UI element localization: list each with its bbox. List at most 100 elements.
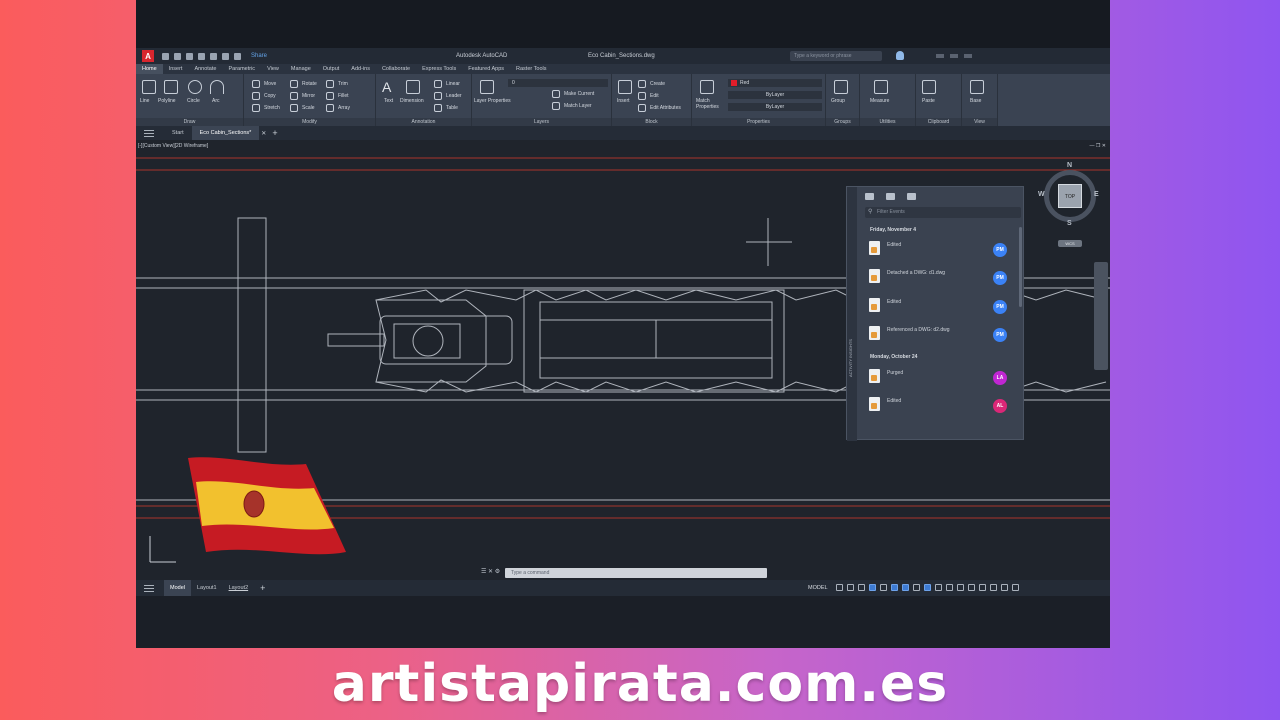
- mirror-button[interactable]: Mirror: [302, 93, 315, 99]
- paste-button[interactable]: Paste: [922, 98, 935, 104]
- array-button[interactable]: Array: [338, 105, 350, 111]
- panel-title-clipboard[interactable]: Clipboard: [916, 118, 961, 126]
- settings-icon[interactable]: [907, 193, 916, 200]
- activity-item[interactable]: Referenced a DWG: d2.dwg PM: [867, 324, 1017, 346]
- panel-title-block[interactable]: Block: [612, 118, 691, 126]
- panel-title-utilities[interactable]: Utilities: [860, 118, 915, 126]
- circle-button[interactable]: Circle: [187, 98, 200, 104]
- minimize-icon[interactable]: [936, 54, 944, 58]
- activity-item[interactable]: Detached a DWG: d1.dwg PM: [867, 267, 1017, 289]
- units-icon[interactable]: [967, 584, 975, 591]
- base-button[interactable]: Base: [970, 98, 981, 104]
- copy-button[interactable]: Copy: [264, 93, 276, 99]
- viewcube-top-face[interactable]: TOP: [1058, 184, 1082, 208]
- leader-icon[interactable]: [434, 92, 442, 100]
- rotate-icon[interactable]: [290, 80, 298, 88]
- scale-icon[interactable]: [290, 104, 298, 112]
- trim-button[interactable]: Trim: [338, 81, 348, 87]
- table-icon[interactable]: [434, 104, 442, 112]
- tab-start[interactable]: Start: [164, 126, 192, 140]
- lineweight-dropdown[interactable]: ByLayer: [728, 103, 822, 111]
- lineweight-icon[interactable]: [912, 584, 920, 591]
- polyline-icon[interactable]: [164, 80, 178, 94]
- maximize-icon[interactable]: [950, 54, 958, 58]
- arc-icon[interactable]: [210, 80, 224, 94]
- annotation-scale-icon[interactable]: [934, 584, 942, 591]
- save-icon[interactable]: [186, 52, 193, 60]
- close-tab-icon[interactable]: ✕: [261, 130, 266, 137]
- navigation-bar[interactable]: [1094, 262, 1108, 370]
- edit-block-button[interactable]: Edit: [650, 93, 659, 99]
- tab-manage[interactable]: Manage: [285, 64, 317, 74]
- tab-model[interactable]: Model: [164, 580, 191, 596]
- command-input[interactable]: Type a command: [505, 568, 767, 578]
- measure-button[interactable]: Measure: [870, 98, 889, 104]
- tab-output[interactable]: Output: [317, 64, 346, 74]
- copy-icon[interactable]: [252, 92, 260, 100]
- text-icon[interactable]: A: [382, 80, 396, 94]
- circle-icon[interactable]: [188, 80, 202, 94]
- isolate-objects-icon[interactable]: [989, 584, 997, 591]
- tab-layout2[interactable]: Layout2: [223, 580, 255, 596]
- match-properties-button[interactable]: Match Properties: [696, 98, 724, 110]
- tab-home[interactable]: Home: [136, 64, 163, 74]
- grid-icon[interactable]: [835, 584, 843, 591]
- plot-icon[interactable]: [210, 52, 217, 60]
- quick-properties-icon[interactable]: [978, 584, 986, 591]
- filter-events-input[interactable]: Filter Events: [865, 207, 1021, 218]
- object-snap-tracking-icon[interactable]: [890, 584, 898, 591]
- user-filter-icon[interactable]: [886, 193, 895, 200]
- wcs-menu[interactable]: WCS: [1058, 240, 1082, 247]
- panel-title-annotation[interactable]: Annotation: [376, 118, 471, 126]
- stretch-icon[interactable]: [252, 104, 260, 112]
- model-space-toggle[interactable]: MODEL: [808, 585, 828, 591]
- tab-insert[interactable]: Insert: [163, 64, 189, 74]
- linetype-dropdown[interactable]: ByLayer: [728, 91, 822, 99]
- isodraft-icon[interactable]: [879, 584, 887, 591]
- create-block-icon[interactable]: [638, 80, 646, 88]
- object-snap-icon[interactable]: [901, 584, 909, 591]
- tab-addins[interactable]: Add-ins: [345, 64, 376, 74]
- tab-document[interactable]: Eco Cabin_Sections*: [191, 126, 260, 140]
- undo-icon[interactable]: [222, 52, 229, 60]
- edit-attributes-button[interactable]: Edit Attributes: [650, 105, 681, 111]
- linear-button[interactable]: Linear: [446, 81, 460, 87]
- tab-parametric[interactable]: Parametric: [222, 64, 261, 74]
- version-filter-icon[interactable]: [865, 193, 874, 200]
- layer-properties-icon[interactable]: [480, 80, 494, 94]
- layer-properties-button[interactable]: Layer Properties: [474, 98, 511, 104]
- compass-south[interactable]: S: [1067, 220, 1072, 227]
- mirror-icon[interactable]: [290, 92, 298, 100]
- line-icon[interactable]: [142, 80, 156, 94]
- make-current-button[interactable]: Make Current: [564, 91, 594, 97]
- match-layer-icon[interactable]: [552, 102, 560, 110]
- help-search-input[interactable]: Type a keyword or phrase: [790, 51, 882, 61]
- move-button[interactable]: Move: [264, 81, 276, 87]
- workspace-icon[interactable]: [945, 584, 953, 591]
- tab-layout1[interactable]: Layout1: [191, 580, 223, 596]
- close-icon[interactable]: [964, 54, 972, 58]
- ortho-icon[interactable]: [857, 584, 865, 591]
- tab-raster-tools[interactable]: Raster Tools: [510, 64, 552, 74]
- panel-title-layers[interactable]: Layers: [472, 118, 611, 126]
- command-line-icons[interactable]: ☰ ✕ ⚙: [481, 568, 505, 578]
- redo-icon[interactable]: [234, 52, 241, 60]
- viewcube[interactable]: TOP N S E W WCS: [1038, 162, 1102, 247]
- panel-title-view[interactable]: View: [962, 118, 997, 126]
- text-button[interactable]: Text: [384, 98, 393, 104]
- activity-insights-palette[interactable]: ACTIVITY INSIGHTS Filter Events Friday, …: [846, 186, 1024, 441]
- group-button[interactable]: Group: [831, 98, 845, 104]
- fillet-button[interactable]: Fillet: [338, 93, 349, 99]
- make-current-icon[interactable]: [552, 90, 560, 98]
- snap-icon[interactable]: [846, 584, 854, 591]
- group-icon[interactable]: [834, 80, 848, 94]
- activity-item[interactable]: Edited PM: [867, 239, 1017, 261]
- palette-scrollbar[interactable]: [1019, 227, 1022, 307]
- line-button[interactable]: Line: [140, 98, 149, 104]
- insert-icon[interactable]: [618, 80, 632, 94]
- rotate-button[interactable]: Rotate: [302, 81, 317, 87]
- tab-view[interactable]: View: [261, 64, 285, 74]
- base-icon[interactable]: [970, 80, 984, 94]
- linear-icon[interactable]: [434, 80, 442, 88]
- measure-icon[interactable]: [874, 80, 888, 94]
